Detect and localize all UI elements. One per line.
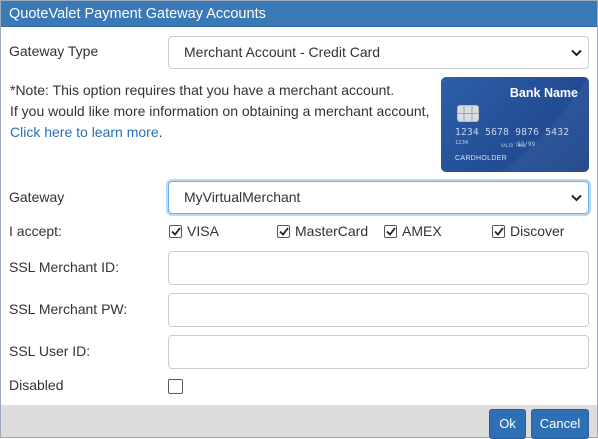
note-line-2: If you would like more information on ob… (10, 103, 430, 119)
card-chip-icon (457, 105, 479, 122)
cancel-button[interactable]: Cancel (531, 409, 589, 439)
amex-label: AMEX (402, 223, 442, 239)
card-bank-name: Bank Name (509, 86, 578, 100)
mastercard-label: MasterCard (295, 223, 369, 239)
mastercard-checkbox[interactable] (277, 224, 290, 238)
card-holder: CARDHOLDER (455, 155, 508, 162)
visa-label: VISA (187, 223, 219, 239)
note-line-1: *Note: This option requires that you hav… (10, 82, 395, 98)
ssl-merchant-id-label: SSL Merchant ID: (9, 259, 119, 275)
ssl-merchant-pw-label: SSL Merchant PW: (9, 301, 128, 317)
merchant-account-note: *Note: This option requires that you hav… (10, 80, 435, 143)
ssl-user-id-input[interactable] (168, 335, 589, 369)
amex-checkbox[interactable] (384, 224, 397, 238)
discover-checkbox[interactable] (492, 224, 505, 238)
disabled-label: Disabled (9, 377, 64, 393)
accept-label: I accept: (9, 223, 62, 239)
credit-card-image: Bank Name 1234 5678 9876 5432 1234 VALID… (441, 77, 589, 172)
accept-discover-option[interactable]: Discover (492, 223, 564, 239)
accept-amex-option[interactable]: AMEX (384, 223, 442, 239)
ssl-merchant-pw-input[interactable] (168, 293, 589, 327)
ssl-user-id-label: SSL User ID: (9, 343, 91, 359)
payment-gateway-dialog: QuoteValet Payment Gateway Accounts Gate… (0, 0, 598, 439)
ssl-merchant-id-input[interactable] (168, 251, 589, 285)
gateway-value: MyVirtualMerchant (184, 189, 301, 205)
chevron-down-icon (570, 37, 582, 68)
visa-checkbox[interactable] (169, 224, 182, 238)
gateway-select[interactable]: MyVirtualMerchant (168, 181, 589, 214)
card-small-code: 1234 (455, 140, 469, 146)
gateway-type-label: Gateway Type (9, 43, 99, 59)
gateway-label: Gateway (9, 189, 65, 205)
gateway-type-value: Merchant Account - Credit Card (184, 44, 381, 60)
note-link-suffix: . (158, 124, 163, 140)
card-expiry: 12/99 (517, 141, 536, 148)
gateway-type-select[interactable]: Merchant Account - Credit Card (168, 36, 589, 69)
accept-mastercard-option[interactable]: MasterCard (277, 223, 368, 239)
dialog-title: QuoteValet Payment Gateway Accounts (1, 1, 597, 27)
accept-visa-option[interactable]: VISA (169, 223, 219, 239)
chevron-down-icon (570, 182, 582, 213)
disabled-checkbox[interactable] (168, 379, 183, 394)
card-number: 1234 5678 9876 5432 (455, 127, 570, 138)
discover-label: Discover (510, 223, 565, 239)
learn-more-link[interactable]: Click here to learn more (10, 124, 159, 140)
ok-button[interactable]: Ok (489, 409, 526, 439)
